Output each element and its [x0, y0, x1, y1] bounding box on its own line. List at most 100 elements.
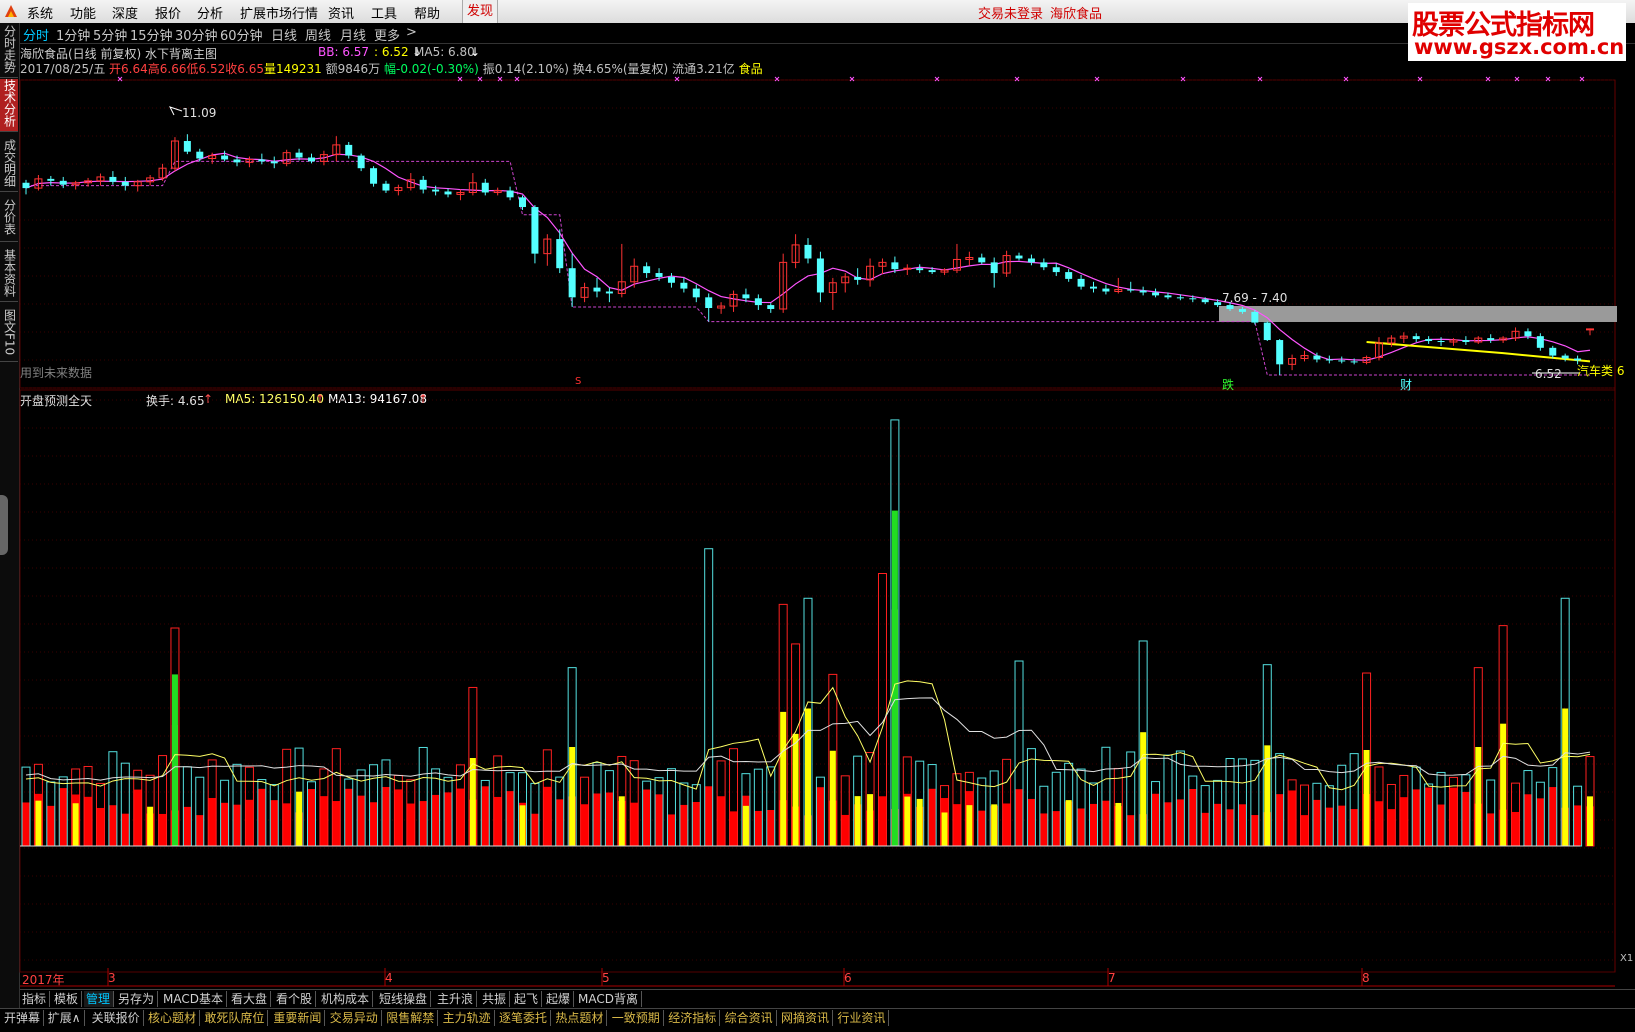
volume-base-bar [1461, 791, 1470, 846]
info-tab[interactable]: 行业资讯 [835, 1010, 890, 1026]
info-tab[interactable]: 限售解禁 [384, 1010, 439, 1026]
indicator-tab[interactable]: MACD背离 [576, 991, 642, 1007]
indicator-tab[interactable]: 模板 [52, 991, 83, 1007]
info-tab[interactable]: 核心题材 [146, 1010, 201, 1026]
volume-base-bar [1077, 808, 1086, 846]
indicator-tab[interactable]: 管理 [84, 991, 115, 1007]
period-weekly[interactable]: 周线 [305, 25, 331, 44]
volume-outline-bar [1014, 660, 1024, 847]
volume-base-bar [295, 812, 304, 846]
period-next-arrow[interactable]: > [406, 25, 417, 40]
indicator-tab[interactable]: 起飞 [512, 991, 543, 1007]
indicator-tab[interactable]: 看大盘 [229, 991, 272, 1007]
menu-depth[interactable]: 深度 [112, 3, 138, 22]
indicator-tab[interactable]: 主升浪 [435, 991, 478, 1007]
volume-outline-bar [1113, 767, 1123, 847]
sidebar-tab-intraday[interactable]: 分时走势 [0, 25, 18, 78]
indicator-tab[interactable]: 共振 [480, 991, 511, 1007]
info-tab[interactable]: 综合资讯 [723, 1010, 777, 1026]
indicator-tab[interactable]: 机构成本 [319, 991, 374, 1007]
sidebar-tab-technical[interactable]: 技术分析 [0, 79, 18, 132]
indicator-tab[interactable]: 另存为 [116, 991, 159, 1007]
info-tab[interactable]: 经济指标 [666, 1010, 721, 1026]
candle-body [1002, 255, 1011, 274]
info-tab[interactable]: 扩展∧ [46, 1010, 85, 1026]
info-tab[interactable]: 热点题材 [553, 1010, 608, 1026]
sidebar-tab-price-table[interactable]: 分价表 [0, 199, 18, 242]
period-15min[interactable]: 15分钟 [130, 25, 173, 44]
period-5min[interactable]: 5分钟 [93, 25, 127, 44]
menu-tools[interactable]: 工具 [371, 3, 397, 22]
volume-outline-bar [704, 548, 714, 847]
candle-body [196, 151, 204, 159]
candle-body [1425, 339, 1433, 342]
marker-die: 跌 [1222, 378, 1235, 392]
indicator-tab[interactable]: MACD基本 [161, 991, 227, 1007]
period-monthly[interactable]: 月线 [340, 25, 366, 44]
period-intraday[interactable]: 分时 [23, 25, 49, 44]
indicator-tab[interactable]: 起爆 [544, 991, 575, 1007]
menu-extended-market[interactable]: 扩展市场行情 [240, 3, 318, 22]
menu-analysis[interactable]: 分析 [197, 3, 223, 22]
stock-name-link[interactable]: 海欣食品 [1050, 3, 1102, 22]
volume-outline-bar [753, 768, 763, 847]
quote-industry[interactable]: 食品 [739, 62, 763, 76]
volume-base-bar [233, 804, 242, 846]
info-tab[interactable]: 网摘资讯 [779, 1010, 834, 1026]
indicator-tab[interactable]: 指标 [20, 991, 51, 1007]
volume-base-bar [1337, 805, 1346, 846]
candle-body [940, 269, 949, 273]
volume-base-bar [1399, 797, 1408, 846]
volume-outline-bar [1088, 782, 1098, 847]
menu-help[interactable]: 帮助 [414, 3, 440, 22]
volume-base-bar [1015, 789, 1024, 846]
period-more[interactable]: 更多 [374, 25, 400, 44]
candle-body [1015, 255, 1023, 259]
period-daily[interactable]: 日线 [271, 25, 297, 44]
sub-turnover-arrow: ↑ [203, 392, 214, 406]
candle-body [1139, 290, 1147, 293]
volume-base-bar [990, 805, 999, 846]
info-tab[interactable]: 重要新闻 [271, 1010, 326, 1026]
candle-body [680, 282, 688, 289]
volume-outline-bar [915, 760, 925, 847]
volume-outline-bar [555, 776, 565, 847]
candle-body [556, 239, 564, 269]
volume-outline-bar [964, 771, 974, 847]
volume-base-bar [1238, 804, 1247, 846]
info-tab[interactable]: 一致预期 [610, 1010, 664, 1026]
period-1min[interactable]: 1分钟 [56, 25, 90, 44]
sidebar-tab-trades[interactable]: 成交明细 [0, 139, 18, 192]
volume-base-bar [195, 815, 204, 846]
volume-base-bar [319, 796, 328, 846]
discover-button[interactable]: 发现 [462, 0, 498, 23]
volume-green-bar [891, 510, 898, 846]
login-status[interactable]: 交易未登录 [978, 3, 1043, 22]
volume-base-bar [642, 789, 651, 846]
candle-body [729, 293, 738, 307]
bb-label: BB: 6.57 [318, 45, 370, 59]
menu-quotes[interactable]: 报价 [155, 3, 181, 22]
sidebar-tab-profile[interactable]: 基本资料 [0, 249, 18, 302]
info-tab[interactable]: 关联报价 [90, 1010, 144, 1026]
volume-base-bar [1213, 803, 1222, 846]
menu-function[interactable]: 功能 [70, 3, 96, 22]
event-marker-icon [1545, 76, 1551, 82]
sidebar-toggle-handle[interactable] [0, 495, 8, 555]
sidebar-tab-f10[interactable]: 图文F10 [0, 309, 18, 362]
menu-news[interactable]: 资讯 [328, 3, 354, 22]
indicator-tab[interactable]: 看个股 [274, 991, 317, 1007]
period-30min[interactable]: 30分钟 [175, 25, 218, 44]
info-tab[interactable]: 敢死队席位 [202, 1010, 269, 1026]
info-tab[interactable]: 主力轨迹 [441, 1010, 495, 1026]
candle-body [903, 267, 912, 270]
quote-info-line: 2017/08/25/五 开6.64高6.66低6.52收6.65量149231… [20, 60, 763, 77]
menu-system[interactable]: 系统 [27, 3, 53, 22]
info-tab[interactable]: 交易异动 [328, 1010, 382, 1026]
info-tab[interactable]: 开弹幕 [2, 1010, 45, 1026]
price-chart[interactable] [0, 0, 1635, 1032]
period-60min[interactable]: 60分钟 [220, 25, 263, 44]
info-tab[interactable]: 逐笔委托 [497, 1010, 552, 1026]
indicator-tab[interactable]: 短线操盘 [377, 991, 432, 1007]
volume-outline-bar [877, 573, 887, 847]
